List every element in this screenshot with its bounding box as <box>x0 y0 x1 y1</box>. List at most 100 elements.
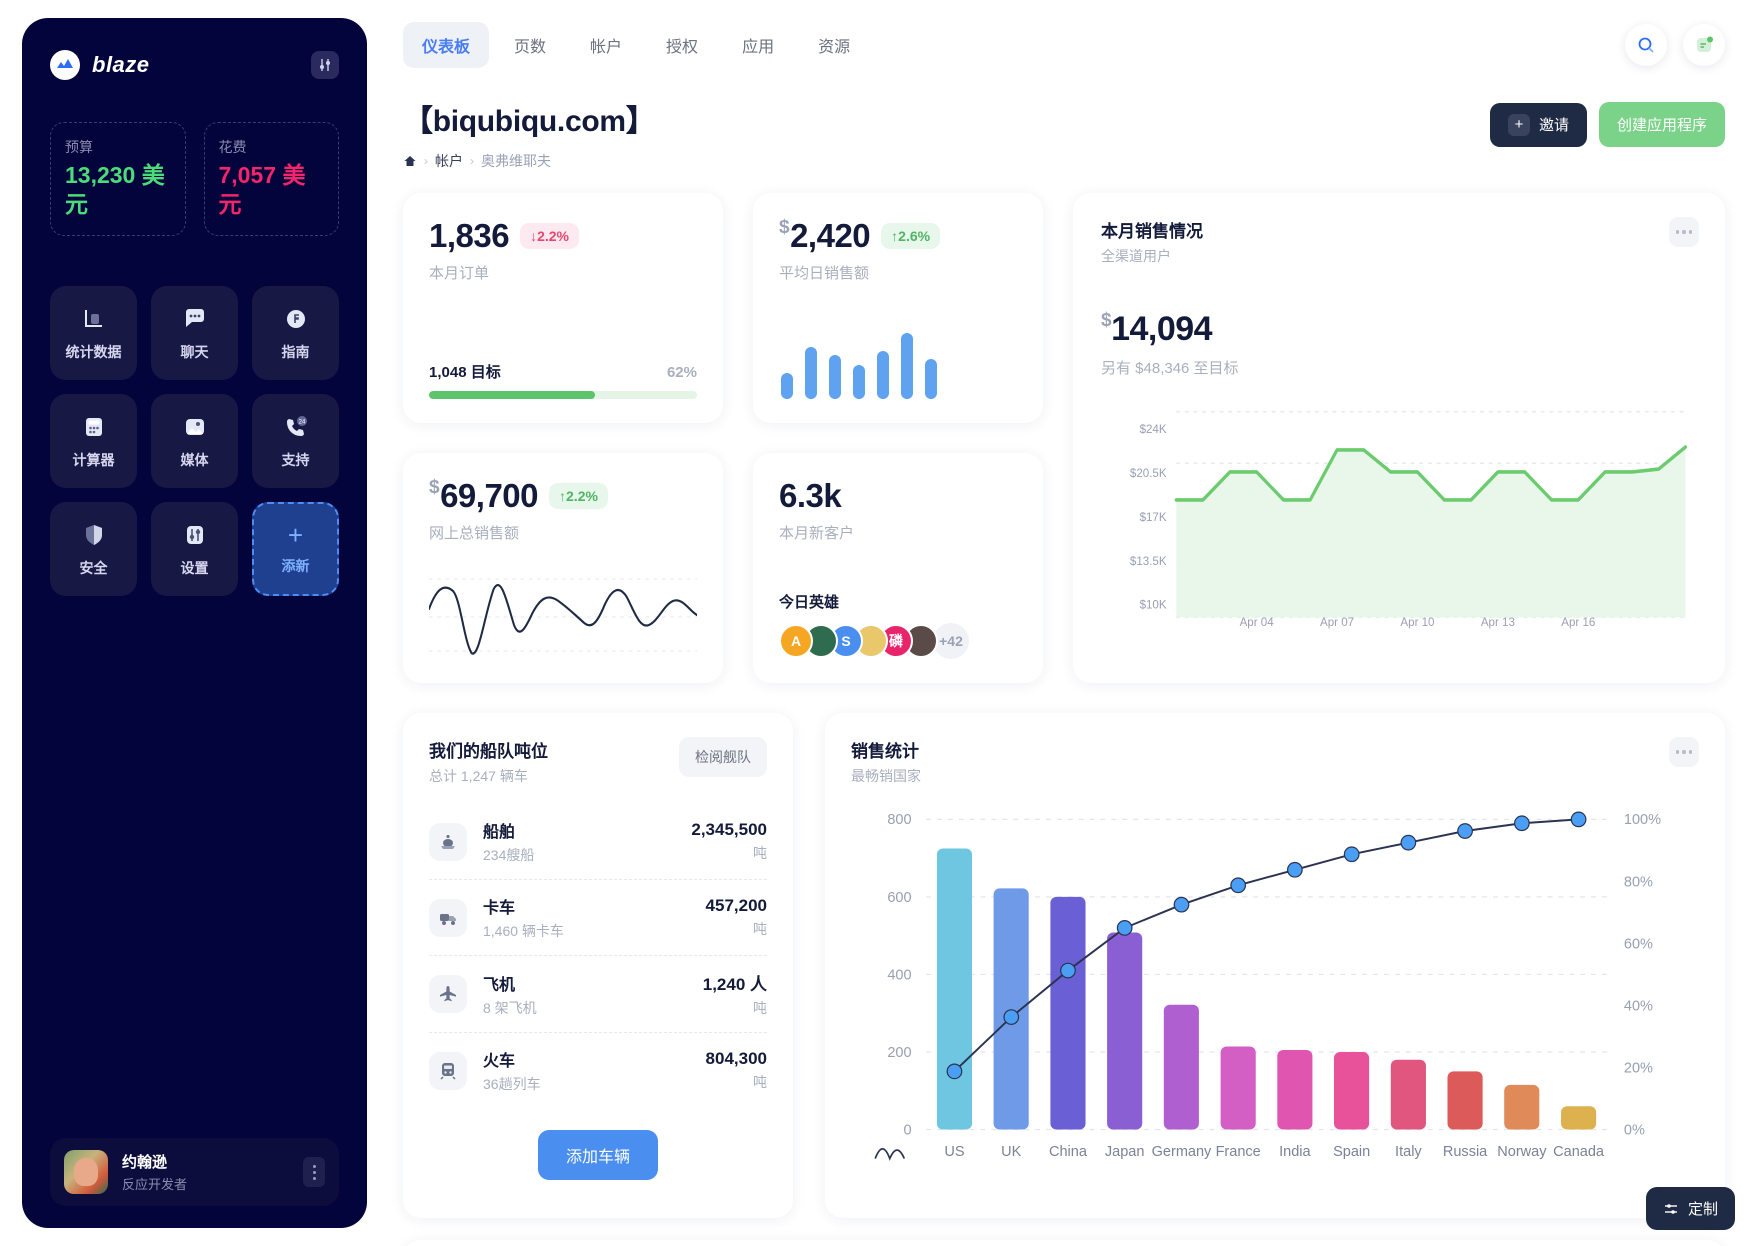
tab-accounts[interactable]: 帐户 <box>571 22 641 68</box>
tab-dashboard[interactable]: 仪表板 <box>403 22 490 68</box>
add-vehicle-button[interactable]: 添加车辆 <box>537 1130 658 1180</box>
card-avg-daily-sales: $2,420 ↑2.6% 平均日销售额 <box>753 193 1043 423</box>
sidebar-tile-chat[interactable]: 聊天 <box>151 285 238 380</box>
table-row[interactable]: 飞机 8 架飞机 1,240 人 吨 <box>429 955 767 1032</box>
spark-bar <box>853 365 865 399</box>
sidebar-tile-calculator[interactable]: 计算器 <box>50 393 137 488</box>
monthly-sales-head: 本月销售情况 全渠道用户 <box>1101 217 1699 266</box>
avg-delta-badge: ↑2.6% <box>881 223 941 249</box>
orders-subtitle: 本月订单 <box>429 265 490 282</box>
fleet-row-unit: 吨 <box>753 845 767 861</box>
fleet-row-value: 804,300 <box>705 1049 767 1068</box>
card-online-total-sales: $69,700 ↑2.2% 网上总销售额 <box>403 453 723 683</box>
search-button[interactable] <box>1625 24 1667 66</box>
page-heading-block: 【biqubiqu.com】 › 帐户 › 奥弗维耶夫 <box>403 96 656 171</box>
online-currency: $ <box>429 477 440 498</box>
customize-button[interactable]: 定制 <box>1645 1187 1735 1230</box>
sidebar-tile-add-new[interactable]: + 添新 <box>252 501 339 596</box>
sidebar-tile-label: 计算器 <box>72 451 115 468</box>
fleet-row-unit: 吨 <box>753 921 767 937</box>
heroes-more-count[interactable]: +42 <box>933 623 969 659</box>
bar-chart-icon <box>79 304 109 334</box>
dots-menu-icon[interactable] <box>1669 217 1699 247</box>
svg-text:Norway: Norway <box>1497 1144 1547 1160</box>
blaze-wave-logo-icon <box>50 50 80 80</box>
main-content: 仪表板 页数 帐户 授权 应用 资源 【biqubiqu.com】 › 帐户 ›… <box>367 0 1753 1246</box>
fleet-row-name: 飞机 <box>483 976 516 994</box>
fleet-row-text: 卡车 1,460 辆卡车 <box>483 894 564 941</box>
svg-text:0: 0 <box>903 1122 911 1138</box>
tab-auth[interactable]: 授权 <box>647 22 717 68</box>
budget-stats: 预算 13,230 美元 花费 7,057 美元 <box>50 122 339 236</box>
sidebar-tile-guide[interactable]: 指南 <box>252 285 339 380</box>
kpi-grid: 1,836 ↓2.2% 本月订单 1,048 目标 62% $2,420 ↑2.… <box>403 193 1725 683</box>
fleet-row-value: 1,240 人 <box>702 975 767 994</box>
lower-grid: 我们的船队吨位 总计 1,247 辆车 检阅舰队 船舶 234艘船 2,345,… <box>403 713 1725 1218</box>
card-monthly-sales: 本月销售情况 全渠道用户 $14,094 另有 $48,346 至目标 $24K… <box>1073 193 1725 683</box>
fleet-row-name: 卡车 <box>483 900 516 917</box>
svg-text:Apr 13: Apr 13 <box>1481 617 1515 629</box>
fleet-row-value: 457,200 <box>705 896 767 915</box>
dots-menu-icon[interactable] <box>1669 737 1699 767</box>
card-next-section <box>403 1239 1725 1246</box>
orders-goal-percent: 62% <box>666 364 697 381</box>
svg-text:Canada: Canada <box>1553 1144 1605 1160</box>
pareto-head: 销售统计 最畅销国家 <box>851 737 1699 786</box>
monthly-sales-goal-text: 另有 $48,346 至目标 <box>1101 360 1239 377</box>
pareto-titles: 销售统计 最畅销国家 <box>851 737 921 786</box>
card-orders: 1,836 ↓2.2% 本月订单 1,048 目标 62% <box>403 193 723 423</box>
profile-name: 约翰逊 <box>122 1154 168 1171</box>
sidebar-profile[interactable]: 约翰逊 反应开发者 <box>50 1138 339 1206</box>
home-icon[interactable] <box>403 154 417 168</box>
sidebar-tile-security[interactable]: 安全 <box>50 501 137 596</box>
topbar-actions <box>1625 24 1725 66</box>
svg-text:24: 24 <box>298 419 305 425</box>
avg-value-wrap: $2,420 <box>779 217 871 255</box>
avg-sparkline-bars <box>779 329 1017 399</box>
spark-bar <box>901 333 913 399</box>
create-app-button[interactable]: 创建应用程序 <box>1598 102 1725 147</box>
sidebar-tile-stats[interactable]: 统计数据 <box>50 285 137 380</box>
review-fleet-button[interactable]: 检阅舰队 <box>679 737 767 777</box>
svg-text:600: 600 <box>887 890 911 906</box>
new-customers-subtitle: 本月新客户 <box>779 525 855 542</box>
svg-text:Japan: Japan <box>1105 1144 1145 1160</box>
table-row[interactable]: 火车 36趟列车 804,300 吨 <box>429 1032 767 1108</box>
heroes-avatar-group: A S 磷 +42 <box>779 623 1017 659</box>
breadcrumb-item-accounts[interactable]: 帐户 <box>435 151 463 171</box>
tab-resources[interactable]: 资源 <box>799 22 869 68</box>
truck-icon <box>429 898 467 937</box>
avatar[interactable]: A <box>779 624 813 658</box>
stat-budget-label: 预算 <box>65 139 93 155</box>
sliders-icon[interactable] <box>311 51 339 79</box>
table-row[interactable]: 卡车 1,460 辆卡车 457,200 吨 <box>429 879 767 955</box>
notes-button[interactable] <box>1683 24 1725 66</box>
pareto-chart: 0 200 400 600 800 0% 20% 40% 60% 80% 100% US UK China… <box>851 800 1699 1200</box>
svg-text:Apr 07: Apr 07 <box>1320 617 1354 629</box>
note-badge-icon <box>1693 34 1715 56</box>
page-header: 【biqubiqu.com】 › 帐户 › 奥弗维耶夫 + 邀请 创建应用程序 <box>403 96 1725 171</box>
sidebar-tile-support[interactable]: 24 支持 <box>252 393 339 488</box>
sidebar-tile-settings[interactable]: 设置 <box>151 501 238 596</box>
tab-pages[interactable]: 页数 <box>495 22 565 68</box>
online-sparkline <box>429 563 697 659</box>
new-customers-value: 6.3k <box>779 477 842 514</box>
breadcrumb-separator: › <box>470 154 474 168</box>
fleet-row-unit: 吨 <box>753 1000 767 1016</box>
new-cust-head: 6.3k <box>779 477 1017 515</box>
sidebar-tile-media[interactable]: 媒体 <box>151 393 238 488</box>
card-sales-statistics: 销售统计 最畅销国家 0 200 400 600 800 0% 20% 40% 60% 80% 10… <box>825 713 1725 1218</box>
tab-apps[interactable]: 应用 <box>723 22 793 68</box>
profile-role: 反应开发者 <box>122 1177 188 1192</box>
svg-text:$10K: $10K <box>1140 600 1167 612</box>
spark-bar <box>877 351 889 399</box>
monthly-sales-titles: 本月销售情况 全渠道用户 <box>1101 217 1203 266</box>
brand[interactable]: blaze <box>50 50 150 80</box>
kebab-menu-icon[interactable] <box>303 1157 325 1187</box>
orders-goal-label: 1,048 目标 <box>429 364 501 381</box>
spark-bar <box>925 359 937 399</box>
invite-button[interactable]: + 邀请 <box>1489 102 1587 147</box>
dashboard-root: blaze 预算 13,230 美元 花费 7,057 美元 统计数据 聊天 指… <box>0 0 1753 1246</box>
orders-delta-badge: ↓2.2% <box>520 223 580 249</box>
table-row[interactable]: 船舶 234艘船 2,345,500 吨 <box>429 804 767 879</box>
